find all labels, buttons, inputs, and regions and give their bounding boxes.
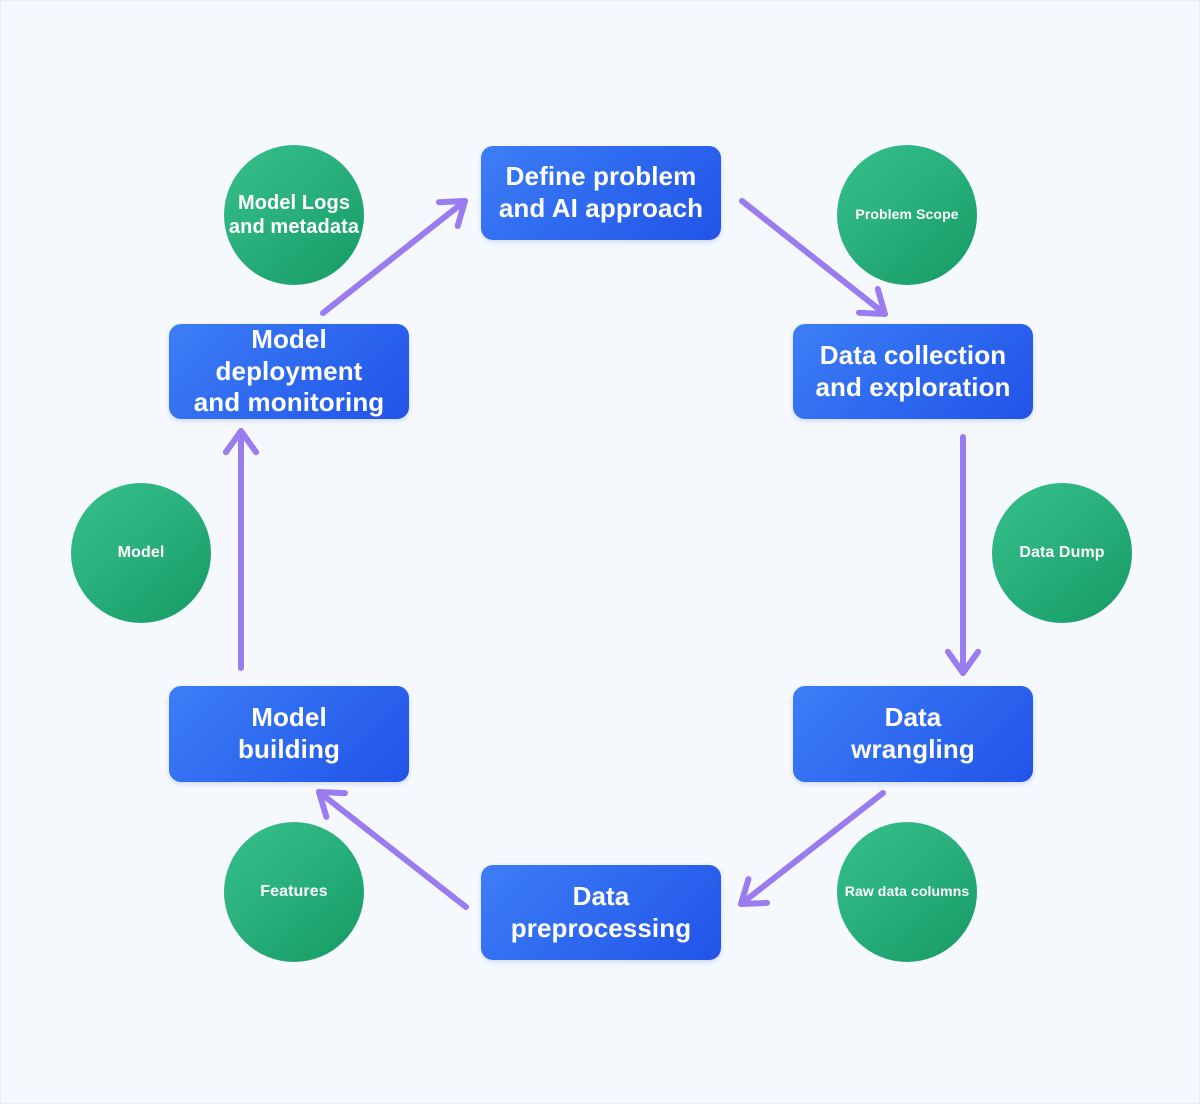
step-define-problem[interactable]: Define problem and AI approach	[481, 146, 721, 240]
artifact-data-dump[interactable]: Data Dump	[992, 483, 1132, 623]
step-data-wrangling[interactable]: Data wrangling	[793, 686, 1033, 782]
diagram-canvas: Define problem and AI approach Data coll…	[0, 0, 1200, 1104]
step-model-building[interactable]: Model building	[169, 686, 409, 782]
artifact-label: Raw data columns	[844, 883, 970, 900]
step-model-deployment[interactable]: Model deployment and monitoring	[169, 324, 409, 419]
artifact-problem-scope[interactable]: Problem Scope	[837, 145, 977, 285]
step-label: Model building	[238, 702, 340, 764]
artifact-model-logs[interactable]: Model Logs and metadata	[224, 145, 364, 285]
step-label: Data collection and exploration	[815, 339, 1011, 402]
artifact-label: Data Dump	[1019, 544, 1105, 562]
step-label: Data preprocessing	[510, 880, 692, 943]
arrow-group	[222, 198, 982, 910]
artifact-label: Problem Scope	[855, 206, 959, 223]
step-label: Data wrangling	[851, 702, 975, 764]
step-label: Model deployment and monitoring	[193, 323, 385, 418]
step-label: Define problem and AI approach	[498, 161, 704, 223]
artifact-features[interactable]: Features	[224, 822, 364, 962]
step-data-preprocessing[interactable]: Data preprocessing	[481, 865, 721, 960]
artifact-label: Features	[260, 883, 328, 901]
artifact-raw-data-columns[interactable]: Raw data columns	[837, 822, 977, 962]
artifact-model[interactable]: Model	[71, 483, 211, 623]
step-data-collection[interactable]: Data collection and exploration	[793, 324, 1033, 419]
artifact-label: Model Logs and metadata	[228, 191, 360, 238]
artifact-label: Model	[117, 544, 165, 562]
